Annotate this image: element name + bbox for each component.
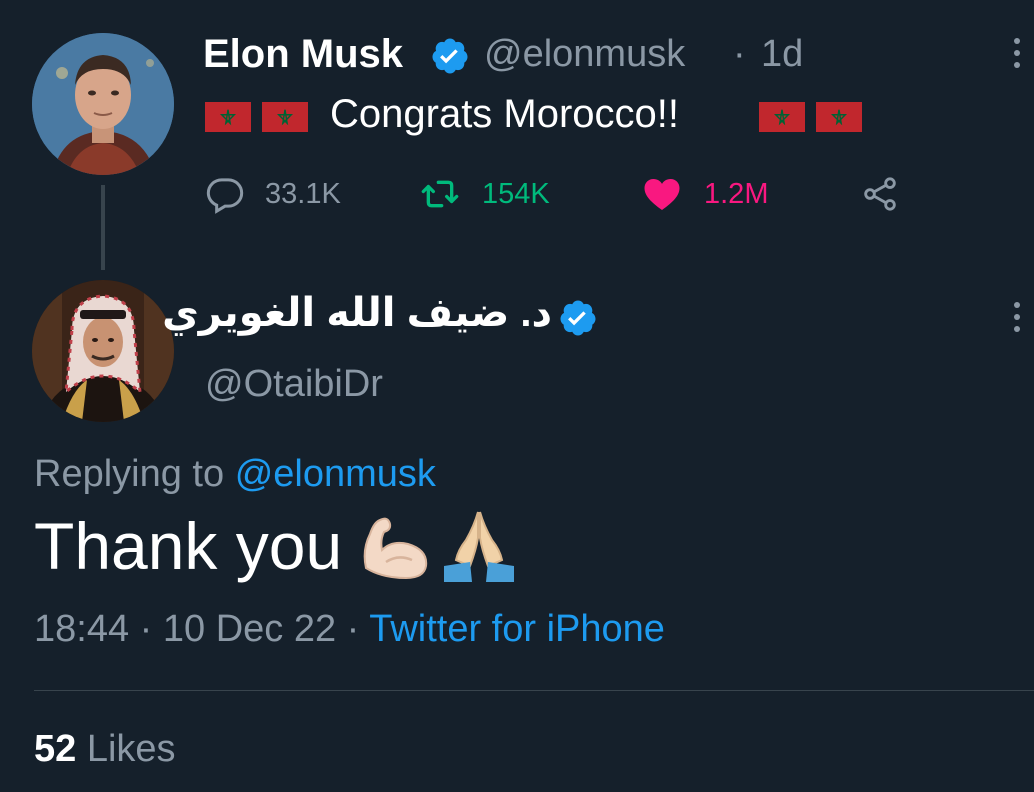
avatar-otaibidr[interactable] (32, 280, 174, 422)
reply-count: 33.1K (265, 177, 341, 210)
morocco-flag-icon (205, 102, 251, 132)
tweet-date[interactable]: 10 Dec 22 (163, 608, 336, 650)
reply-icon (206, 178, 244, 214)
like-button[interactable]: 1.2M (640, 172, 768, 216)
separator-dot: · (139, 608, 153, 650)
separator-dot: · (346, 608, 360, 650)
more-vertical-icon[interactable] (1014, 38, 1020, 74)
morocco-flag-icon (759, 102, 805, 132)
morocco-flag-icon (816, 102, 862, 132)
retweet-icon (421, 180, 459, 208)
flexed-biceps-emoji (363, 517, 428, 580)
author-name[interactable]: Elon Musk (203, 32, 403, 77)
thread-connector-line (101, 185, 105, 270)
divider (34, 690, 1034, 691)
verified-badge-icon (432, 38, 468, 74)
author-name[interactable]: د. ضيف الله الغويري (162, 290, 552, 336)
likes-count: 52 (34, 728, 77, 770)
author-handle[interactable]: @OtaibiDr (205, 363, 383, 406)
like-count: 1.2M (704, 177, 769, 210)
replying-to-label: Replying to (34, 453, 225, 495)
retweet-button[interactable]: 154K (418, 172, 550, 216)
folded-hands-emoji (444, 511, 514, 582)
verified-badge-icon (560, 300, 596, 336)
avatar-elon-musk[interactable] (32, 33, 174, 175)
tweet-time-ago[interactable]: 1d (761, 33, 803, 76)
share-button[interactable] (858, 172, 902, 216)
replying-to-line: Replying to @elonmusk (34, 453, 436, 496)
reply-button[interactable]: 33.1K (205, 172, 341, 216)
replying-to-mention[interactable]: @elonmusk (235, 453, 436, 495)
more-vertical-icon[interactable] (1014, 302, 1020, 338)
retweet-count: 154K (482, 177, 550, 210)
separator-dot: · (733, 33, 746, 75)
tweet-text: Thank you (34, 509, 343, 583)
tweet-source-link[interactable]: Twitter for iPhone (369, 608, 665, 650)
tweet-meta: 18:44 · 10 Dec 22 · Twitter for iPhone (34, 608, 665, 651)
morocco-flag-icon (262, 102, 308, 132)
heart-icon (644, 179, 680, 210)
tweet-text: Congrats Morocco!! (330, 92, 680, 136)
tweet-time[interactable]: 18:44 (34, 608, 129, 650)
likes-label: Likes (86, 728, 176, 770)
author-handle[interactable]: @elonmusk (484, 33, 685, 76)
likes-summary[interactable]: 52 Likes (34, 728, 176, 771)
share-icon (864, 177, 896, 211)
